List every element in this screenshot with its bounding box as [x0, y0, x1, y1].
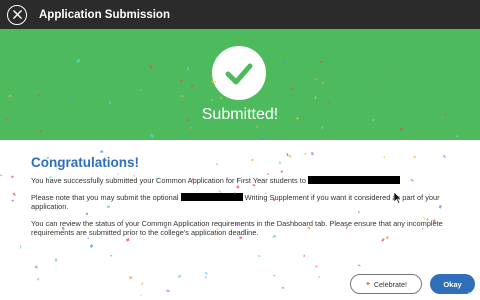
confetti-piece	[273, 274, 276, 277]
confetti-piece	[357, 264, 361, 267]
okay-label: Okay	[443, 279, 462, 289]
confetti-piece	[11, 199, 15, 202]
confetti-piece	[166, 289, 170, 293]
confetti-piece	[19, 244, 22, 249]
confetti-piece	[204, 276, 207, 279]
confetti-piece	[140, 294, 142, 297]
redacted-college-name	[308, 176, 401, 184]
confetti-piece	[129, 276, 133, 280]
celebrate-label: Celebrate!	[373, 279, 408, 289]
close-button[interactable]	[7, 4, 27, 25]
redacted-college-name	[180, 192, 243, 201]
check-icon	[225, 63, 253, 85]
confetti-piece	[100, 150, 104, 153]
submitted-status: Submitted!	[201, 106, 279, 123]
confetti-piece	[34, 265, 38, 269]
confetti-piece	[318, 276, 321, 278]
confetti-piece	[110, 255, 113, 257]
message-content: Congratulations! You have successfully s…	[31, 155, 451, 245]
confetti-piece	[12, 192, 16, 197]
confetti-piece	[10, 175, 14, 179]
okay-button[interactable]: Okay	[430, 274, 475, 294]
celebrate-button[interactable]: ✦ Celebrate!	[350, 274, 422, 294]
title-bar: Application Submission	[0, 0, 480, 29]
supplement-text-start: Please note that you may submit the opti…	[31, 192, 181, 202]
supplement-paragraph: Please note that you may submit the opti…	[31, 192, 451, 212]
close-icon	[12, 10, 22, 19]
congratulations-heading: Congratulations!	[31, 155, 139, 170]
window-title: Application Submission	[39, 8, 170, 21]
confetti-piece	[315, 265, 318, 268]
confetti-piece	[140, 282, 144, 286]
confetti-piece	[281, 286, 285, 290]
status-paragraph: You can review the status of your Common…	[31, 218, 443, 238]
confetti-piece	[303, 254, 305, 258]
confetti-piece	[177, 274, 182, 279]
mouse-cursor	[394, 192, 402, 204]
confetti-piece	[54, 258, 58, 262]
success-banner: Submitted!	[0, 29, 480, 140]
submission-text: You have successfully submitted your Com…	[31, 176, 309, 185]
confetti-piece	[0, 174, 3, 177]
confetti-piece	[257, 255, 261, 257]
submission-paragraph: You have successfully submitted your Com…	[31, 176, 451, 186]
confetti-piece	[36, 267, 38, 270]
party-popper-icon: ✦	[364, 281, 371, 288]
confetti-piece	[204, 271, 208, 275]
confetti-piece	[36, 277, 40, 281]
check-circle	[212, 46, 266, 100]
